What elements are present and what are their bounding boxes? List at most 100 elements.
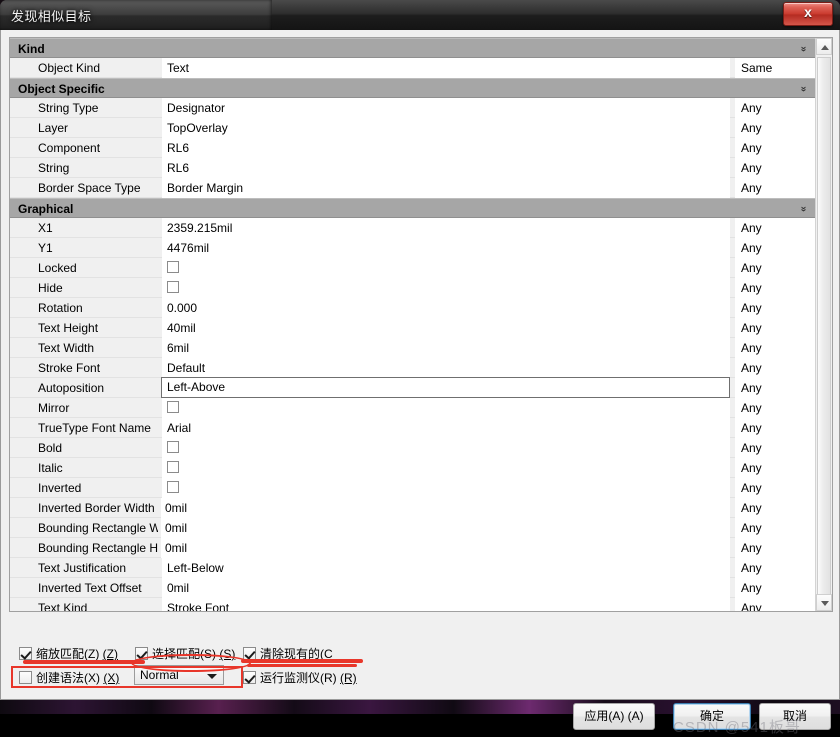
property-value[interactable]: Border Margin xyxy=(162,178,730,198)
scroll-down-button[interactable] xyxy=(816,594,832,611)
property-match-mode[interactable]: Any xyxy=(735,158,815,178)
property-value[interactable]: 0.000 xyxy=(162,298,730,318)
property-row[interactable]: Bounding Rectangle H 0mil Any xyxy=(10,538,815,558)
checkbox-zoom-match[interactable]: 缩放匹配(Z) (Z) xyxy=(19,645,118,662)
property-row[interactable]: Italic Any xyxy=(10,458,815,478)
property-row[interactable]: Autoposition Left-Above Any xyxy=(10,377,815,398)
property-value[interactable]: 2359.215mil xyxy=(162,218,730,238)
property-match-mode[interactable]: Any xyxy=(735,218,815,238)
scrollbar-thumb[interactable] xyxy=(817,57,831,597)
property-match-mode[interactable]: Any xyxy=(735,338,815,358)
property-row[interactable]: Text Width 6mil Any xyxy=(10,338,815,358)
checkbox-box[interactable] xyxy=(243,671,256,684)
property-checkbox[interactable] xyxy=(167,481,179,493)
close-button[interactable]: x xyxy=(783,2,833,26)
property-match-mode[interactable]: Any xyxy=(735,518,815,538)
property-match-mode[interactable]: Any xyxy=(735,178,815,198)
property-value[interactable]: 40mil xyxy=(162,318,730,338)
property-checkbox[interactable] xyxy=(167,441,179,453)
property-row[interactable]: TrueType Font Name Arial Any xyxy=(10,418,815,438)
property-value[interactable]: RL6 xyxy=(162,138,730,158)
property-value[interactable]: Designator xyxy=(162,98,730,118)
property-row[interactable]: Y1 4476mil Any xyxy=(10,238,815,258)
property-value[interactable] xyxy=(162,398,730,418)
property-row[interactable]: String Type Designator Any xyxy=(10,98,815,118)
property-row[interactable]: Bounding Rectangle W 0mil Any xyxy=(10,518,815,538)
property-match-mode[interactable]: Any xyxy=(735,478,815,498)
property-value[interactable]: 0mil xyxy=(161,498,730,518)
chevron-double-down-icon[interactable]: » xyxy=(793,203,813,215)
ok-button[interactable]: 确定 xyxy=(673,703,751,730)
checkbox-box[interactable] xyxy=(243,647,256,660)
property-value[interactable] xyxy=(162,258,730,278)
property-row[interactable]: Border Space Type Border Margin Any xyxy=(10,178,815,198)
property-match-mode[interactable]: Any xyxy=(735,538,815,558)
property-checkbox[interactable] xyxy=(167,461,179,473)
chevron-double-down-icon[interactable]: » xyxy=(793,83,813,95)
property-match-mode[interactable]: Any xyxy=(735,98,815,118)
checkbox-box[interactable] xyxy=(19,671,32,684)
property-value[interactable] xyxy=(162,458,730,478)
property-match-mode[interactable]: Any xyxy=(735,378,815,398)
property-row[interactable]: Object Kind Text Same xyxy=(10,58,815,78)
property-match-mode[interactable]: Any xyxy=(735,238,815,258)
property-match-mode[interactable]: Any xyxy=(735,358,815,378)
property-value[interactable]: Arial xyxy=(162,418,730,438)
property-group-header[interactable]: Kind » xyxy=(10,38,815,58)
property-match-mode[interactable]: Any xyxy=(735,578,815,598)
property-value[interactable]: Left-Above xyxy=(161,377,730,398)
property-match-mode[interactable]: Any xyxy=(735,258,815,278)
checkbox-create-expression[interactable]: 创建语法(X) (X) xyxy=(19,669,119,686)
property-match-mode[interactable]: Any xyxy=(735,298,815,318)
property-value[interactable]: 0mil xyxy=(162,578,730,598)
apply-button[interactable]: 应用(A) (A) xyxy=(573,703,655,730)
checkbox-select-match[interactable]: 选择匹配(S) (S) xyxy=(135,645,235,662)
checkbox-box[interactable] xyxy=(19,647,32,660)
chevron-double-down-icon[interactable]: » xyxy=(793,43,813,55)
property-match-mode[interactable]: Any xyxy=(735,278,815,298)
checkbox-run-inspector[interactable]: 运行监测仪(R) (R) xyxy=(243,669,357,686)
property-value[interactable]: 0mil xyxy=(161,518,730,538)
property-match-mode[interactable]: Any xyxy=(735,118,815,138)
property-row[interactable]: Inverted Any xyxy=(10,478,815,498)
property-group-header[interactable]: Graphical » xyxy=(10,198,815,218)
property-row[interactable]: Locked Any xyxy=(10,258,815,278)
property-value[interactable] xyxy=(162,438,730,458)
property-match-mode[interactable]: Any xyxy=(735,438,815,458)
property-value[interactable]: Default xyxy=(162,358,730,378)
property-match-mode[interactable]: Any xyxy=(735,558,815,578)
property-row[interactable]: Layer TopOverlay Any xyxy=(10,118,815,138)
checkbox-box[interactable] xyxy=(135,647,148,660)
dialog-title-bar[interactable]: 发现相似目标 x xyxy=(0,0,840,30)
property-value[interactable]: Text xyxy=(162,58,730,78)
property-row[interactable]: Text Height 40mil Any xyxy=(10,318,815,338)
property-value[interactable]: 0mil xyxy=(161,538,730,558)
property-match-mode[interactable]: Any xyxy=(735,138,815,158)
property-row[interactable]: Bold Any xyxy=(10,438,815,458)
property-value[interactable]: 6mil xyxy=(162,338,730,358)
property-grid-scrollbar[interactable] xyxy=(815,38,832,611)
property-row[interactable]: Text Kind Stroke Font Any xyxy=(10,598,815,611)
property-match-mode[interactable]: Any xyxy=(735,418,815,438)
property-row[interactable]: Inverted Text Offset 0mil Any xyxy=(10,578,815,598)
property-group-header[interactable]: Object Specific » xyxy=(10,78,815,98)
property-checkbox[interactable] xyxy=(167,401,179,413)
property-row[interactable]: Stroke Font Default Any xyxy=(10,358,815,378)
property-match-mode[interactable]: Any xyxy=(735,398,815,418)
property-match-mode[interactable]: Same xyxy=(735,58,815,78)
property-match-mode[interactable]: Any xyxy=(735,318,815,338)
property-row[interactable]: Rotation 0.000 Any xyxy=(10,298,815,318)
property-row[interactable]: Hide Any xyxy=(10,278,815,298)
property-value[interactable]: RL6 xyxy=(162,158,730,178)
property-value[interactable]: 4476mil xyxy=(162,238,730,258)
property-match-mode[interactable]: Any xyxy=(735,498,815,518)
scroll-up-button[interactable] xyxy=(816,38,832,55)
property-value[interactable] xyxy=(162,278,730,298)
property-value[interactable] xyxy=(162,478,730,498)
property-row[interactable]: Component RL6 Any xyxy=(10,138,815,158)
property-row[interactable]: Mirror Any xyxy=(10,398,815,418)
property-row[interactable]: X1 2359.215mil Any xyxy=(10,218,815,238)
checkbox-clear-existing[interactable]: 清除现有的(C xyxy=(243,645,333,662)
property-value[interactable]: TopOverlay xyxy=(162,118,730,138)
cancel-button[interactable]: 取消 xyxy=(759,703,831,730)
